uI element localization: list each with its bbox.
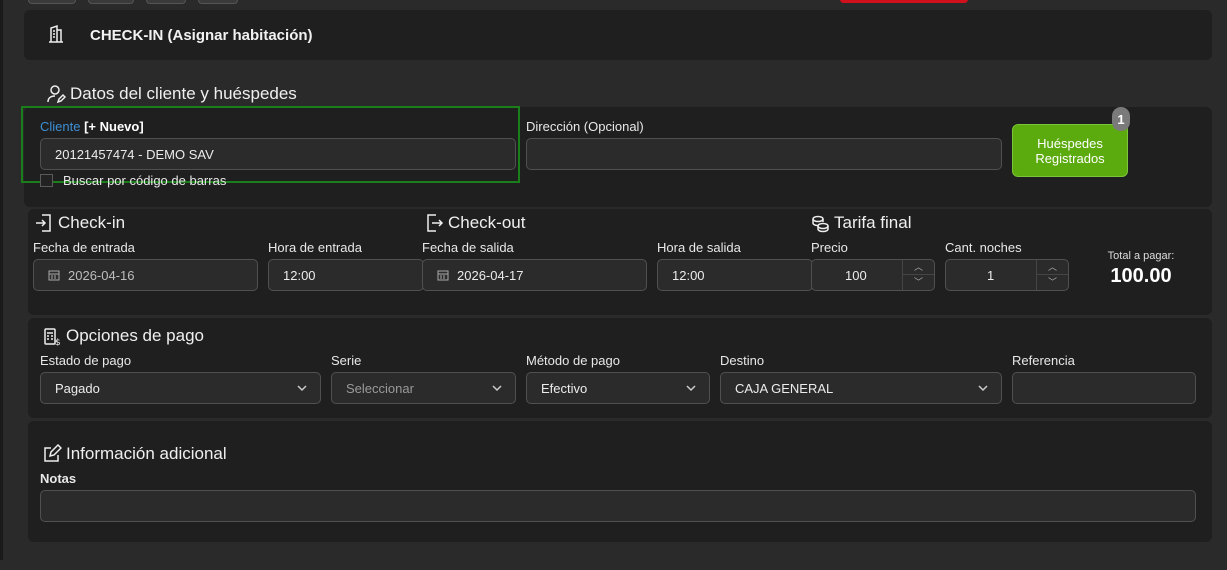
calendar-icon bbox=[437, 270, 449, 281]
additional-panel bbox=[28, 421, 1212, 542]
stepper-down-icon[interactable]: ﹀ bbox=[1037, 275, 1068, 290]
price-stepper[interactable]: ︿ ﹀ bbox=[902, 260, 934, 290]
checkout-time-input[interactable]: 12:00 bbox=[657, 259, 813, 291]
svg-text:$: $ bbox=[55, 338, 61, 346]
edit-icon bbox=[44, 444, 62, 462]
client-section-title: Datos del cliente y huéspedes bbox=[46, 84, 297, 104]
payment-method-label: Método de pago bbox=[526, 353, 620, 368]
coins-icon bbox=[812, 215, 829, 233]
header-bar: CHECK-IN (Asignar habitación) bbox=[24, 10, 1212, 60]
top-toolbar-button[interactable] bbox=[198, 0, 238, 4]
chevron-down-icon bbox=[686, 385, 696, 392]
barcode-checkbox[interactable] bbox=[40, 174, 53, 187]
reference-input[interactable] bbox=[1012, 372, 1196, 404]
nights-stepper[interactable]: ︿ ﹀ bbox=[1036, 260, 1068, 290]
page-title: CHECK-IN (Asignar habitación) bbox=[90, 27, 313, 44]
notes-label: Notas bbox=[40, 471, 77, 486]
checkin-time-input[interactable]: 12:00 bbox=[268, 259, 424, 291]
destination-label: Destino bbox=[720, 353, 765, 368]
checkout-date-input[interactable]: 2026-04-17 bbox=[422, 259, 647, 291]
checkin-time-label: Hora de entrada bbox=[268, 240, 362, 255]
price-label: Precio bbox=[811, 240, 848, 255]
checkin-title: Check-in bbox=[34, 213, 125, 233]
client-input[interactable]: 20121457474 - DEMO SAV bbox=[40, 138, 516, 170]
address-label: Dirección (Opcional) bbox=[526, 119, 644, 134]
destination-select[interactable]: CAJA GENERAL bbox=[720, 372, 1002, 404]
checkout-time-label: Hora de salida bbox=[657, 240, 741, 255]
chevron-down-icon bbox=[297, 385, 307, 392]
user-edit-icon bbox=[47, 85, 66, 104]
cash-register-icon: $ bbox=[44, 328, 61, 346]
registered-guests-button[interactable]: Huéspedes Registrados bbox=[1012, 124, 1128, 177]
top-danger-button[interactable] bbox=[840, 0, 968, 3]
series-label: Serie bbox=[331, 353, 362, 368]
additional-title: Información adicional bbox=[42, 444, 227, 464]
address-input[interactable] bbox=[526, 138, 1002, 170]
stepper-up-icon[interactable]: ︿ bbox=[1037, 260, 1068, 275]
guests-count-badge: 1 bbox=[1112, 107, 1130, 131]
payment-status-label: Estado de pago bbox=[40, 353, 132, 368]
chevron-down-icon bbox=[978, 385, 988, 392]
checkin-date-label: Fecha de entrada bbox=[33, 240, 135, 255]
logout-icon bbox=[427, 214, 444, 232]
total-value: 100.00 bbox=[1110, 265, 1172, 287]
top-toolbar-button[interactable] bbox=[88, 0, 134, 4]
client-label: Cliente [+ Nuevo] bbox=[40, 119, 144, 134]
top-toolbar-button[interactable] bbox=[146, 0, 186, 4]
price-input[interactable]: 100 ︿ ﹀ bbox=[811, 259, 935, 291]
payment-status-select[interactable]: Pagado bbox=[40, 372, 321, 404]
notes-input[interactable] bbox=[40, 490, 1196, 522]
stepper-down-icon[interactable]: ﹀ bbox=[903, 275, 934, 290]
reference-label: Referencia bbox=[1012, 353, 1075, 368]
left-edge bbox=[0, 0, 3, 560]
checkin-date-input[interactable]: 2026-04-16 bbox=[33, 259, 258, 291]
calendar-icon bbox=[48, 270, 60, 281]
new-client-link[interactable]: [+ Nuevo] bbox=[84, 119, 144, 134]
login-icon bbox=[36, 214, 51, 232]
payment-method-select[interactable]: Efectivo bbox=[526, 372, 710, 404]
top-toolbar-button[interactable] bbox=[28, 0, 76, 4]
rate-title: Tarifa final bbox=[810, 213, 911, 233]
payment-title: $ Opciones de pago bbox=[42, 326, 204, 346]
series-select[interactable]: Seleccionar bbox=[331, 372, 516, 404]
nights-label: Cant. noches bbox=[945, 240, 1022, 255]
checkout-title: Check-out bbox=[424, 213, 525, 233]
stepper-up-icon[interactable]: ︿ bbox=[903, 260, 934, 275]
chevron-down-icon bbox=[492, 385, 502, 392]
total-label: Total a pagar: bbox=[1107, 250, 1175, 262]
checkout-date-label: Fecha de salida bbox=[422, 240, 514, 255]
building-icon bbox=[49, 24, 63, 43]
barcode-label: Buscar por código de barras bbox=[63, 173, 227, 188]
nights-input[interactable]: 1 ︿ ﹀ bbox=[945, 259, 1069, 291]
